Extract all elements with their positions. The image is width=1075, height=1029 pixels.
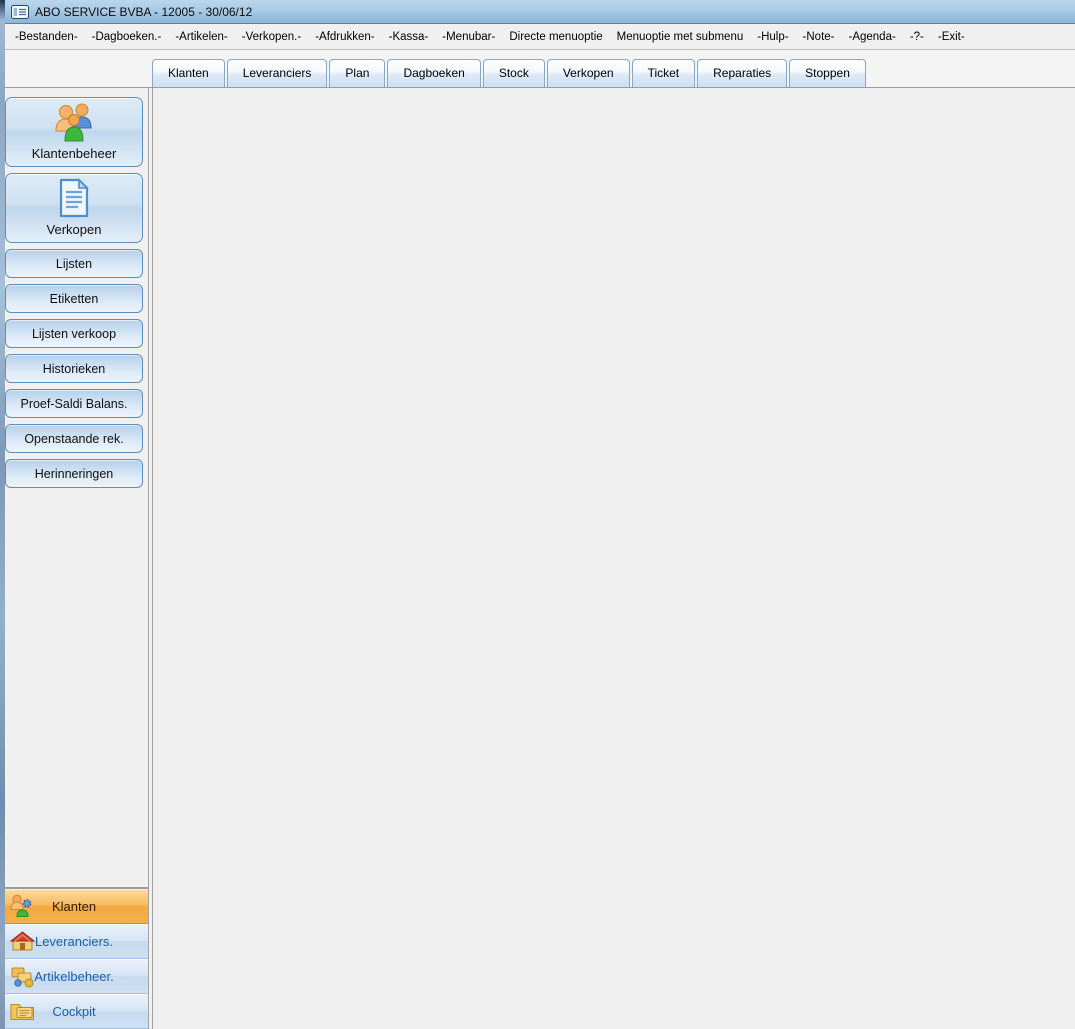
cockpit-icon bbox=[9, 1000, 36, 1023]
menu-item-note[interactable]: -Note- bbox=[796, 27, 842, 47]
window-title: ABO SERVICE BVBA - 12005 - 30/06/12 bbox=[35, 5, 252, 19]
window-form-icon[interactable] bbox=[11, 5, 29, 19]
menu-item-bestanden[interactable]: -Bestanden- bbox=[8, 27, 85, 47]
tab-ticket[interactable]: Ticket bbox=[632, 59, 696, 87]
lijsten-verkoop-button[interactable]: Lijsten verkoop bbox=[5, 319, 143, 348]
lijsten-verkoop-button-label: Lijsten verkoop bbox=[32, 327, 116, 341]
menu-item-menuoptie-met-submenu[interactable]: Menuoptie met submenu bbox=[610, 27, 751, 47]
nav-item-artikelbeheer-label: Artikelbeheer. bbox=[34, 969, 114, 984]
herinneringen-button-label: Herinneringen bbox=[35, 467, 114, 481]
menu-item-directe-menuoptie[interactable]: Directe menuoptie bbox=[502, 27, 609, 47]
nav-item-klanten[interactable]: Klanten bbox=[0, 889, 148, 924]
nav-item-leveranciers-label: Leveranciers. bbox=[35, 934, 113, 949]
openstaande-rek-button-label: Openstaande rek. bbox=[24, 432, 123, 446]
menu-item-afdrukken[interactable]: -Afdrukken- bbox=[308, 27, 381, 47]
menu-item-menubar[interactable]: -Menubar- bbox=[435, 27, 502, 47]
verkopen-button[interactable]: Verkopen bbox=[5, 173, 143, 243]
window-body: Klantenbeheer Verkopen Lijsten Etiketten… bbox=[0, 88, 1075, 1029]
klantenbeheer-button[interactable]: Klantenbeheer bbox=[5, 97, 143, 167]
klantenbeheer-button-label: Klantenbeheer bbox=[32, 146, 117, 161]
tab-plan[interactable]: Plan bbox=[329, 59, 385, 87]
tab-stoppen[interactable]: Stoppen bbox=[789, 59, 866, 87]
articles-icon bbox=[9, 964, 36, 988]
main-content-area bbox=[153, 88, 1075, 1029]
suppliers-icon bbox=[9, 929, 36, 953]
nav-item-leveranciers[interactable]: Leveranciers. bbox=[0, 924, 148, 959]
historieken-button[interactable]: Historieken bbox=[5, 354, 143, 383]
tab-stock[interactable]: Stock bbox=[483, 59, 545, 87]
etiketten-button-label: Etiketten bbox=[50, 292, 99, 306]
bottom-nav-panel: Klanten Leveranciers. bbox=[0, 887, 148, 1029]
app-window: ABO SERVICE BVBA - 12005 - 30/06/12 -Bes… bbox=[0, 0, 1075, 1029]
customers-group-icon bbox=[51, 101, 97, 143]
menu-item-artikelen[interactable]: -Artikelen- bbox=[168, 27, 234, 47]
window-left-border bbox=[0, 0, 5, 1029]
customers-icon bbox=[9, 894, 36, 919]
etiketten-button[interactable]: Etiketten bbox=[5, 284, 143, 313]
sales-document-icon bbox=[57, 178, 91, 218]
sidebar: Klantenbeheer Verkopen Lijsten Etiketten… bbox=[0, 88, 148, 1029]
herinneringen-button[interactable]: Herinneringen bbox=[5, 459, 143, 488]
menu-item-kassa[interactable]: -Kassa- bbox=[382, 27, 436, 47]
nav-item-cockpit[interactable]: Cockpit bbox=[0, 994, 148, 1029]
tab-verkopen[interactable]: Verkopen bbox=[547, 59, 630, 87]
menu-item-agenda[interactable]: -Agenda- bbox=[842, 27, 903, 47]
tabstrip: Klanten Leveranciers Plan Dagboeken Stoc… bbox=[0, 50, 1075, 88]
tab-klanten[interactable]: Klanten bbox=[152, 59, 225, 87]
menu-item-hulp[interactable]: -Hulp- bbox=[750, 27, 795, 47]
openstaande-rek-button[interactable]: Openstaande rek. bbox=[5, 424, 143, 453]
tab-dagboeken[interactable]: Dagboeken bbox=[387, 59, 480, 87]
proef-saldi-balans-button-label: Proef-Saldi Balans. bbox=[20, 397, 127, 411]
tab-reparaties[interactable]: Reparaties bbox=[697, 59, 787, 87]
lijsten-button[interactable]: Lijsten bbox=[5, 249, 143, 278]
menu-item-help-question[interactable]: -?- bbox=[903, 27, 931, 47]
menu-item-verkopen[interactable]: -Verkopen.- bbox=[235, 27, 308, 47]
menu-item-exit[interactable]: -Exit- bbox=[931, 27, 972, 47]
historieken-button-label: Historieken bbox=[43, 362, 106, 376]
verkopen-button-label: Verkopen bbox=[47, 222, 102, 237]
tab-leveranciers[interactable]: Leveranciers bbox=[227, 59, 328, 87]
lijsten-button-label: Lijsten bbox=[56, 257, 92, 271]
nav-item-cockpit-label: Cockpit bbox=[52, 1004, 95, 1019]
sidebar-spacer bbox=[0, 491, 148, 887]
menu-item-dagboeken[interactable]: -Dagboeken.- bbox=[85, 27, 169, 47]
nav-item-artikelbeheer[interactable]: Artikelbeheer. bbox=[0, 959, 148, 994]
titlebar: ABO SERVICE BVBA - 12005 - 30/06/12 bbox=[0, 0, 1075, 24]
nav-item-klanten-label: Klanten bbox=[52, 899, 96, 914]
menubar: -Bestanden- -Dagboeken.- -Artikelen- -Ve… bbox=[0, 24, 1075, 50]
proef-saldi-balans-button[interactable]: Proef-Saldi Balans. bbox=[5, 389, 143, 418]
